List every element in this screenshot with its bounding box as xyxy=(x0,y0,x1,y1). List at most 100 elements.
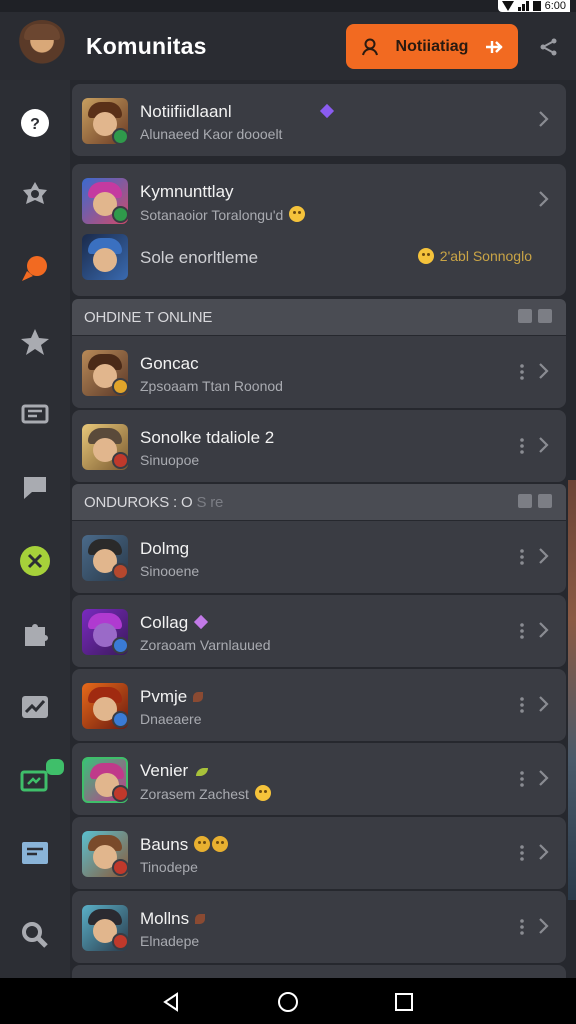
list-item[interactable]: Mollns Elnadepe xyxy=(72,891,566,963)
profile-avatar[interactable] xyxy=(16,20,68,72)
sidebar-item-help[interactable]: ? xyxy=(16,104,54,142)
list-item-partial[interactable] xyxy=(72,965,566,978)
avatar xyxy=(82,234,128,280)
chevron-right-icon[interactable] xyxy=(538,362,550,380)
item-subtitle: Sotanaoior Toralongu'd xyxy=(140,206,306,223)
recents-icon[interactable] xyxy=(393,991,415,1013)
more-vert-icon[interactable] xyxy=(520,919,524,935)
more-vert-icon[interactable] xyxy=(520,845,524,861)
list-item[interactable]: Sole enorltleme 2'abl Sonnoglo xyxy=(72,228,566,292)
user-icon xyxy=(362,38,378,55)
trash-icon[interactable] xyxy=(538,309,552,323)
status-badge xyxy=(112,785,129,802)
community-list: Notiifiidlaanl Alunaeed Kaor doooelt Kym… xyxy=(70,80,576,978)
chat-bubble-icon xyxy=(22,256,47,281)
sidebar-item-games[interactable] xyxy=(16,759,64,799)
refresh-icon[interactable] xyxy=(518,494,532,508)
sidebar-item-close[interactable] xyxy=(16,542,54,580)
signal-icon xyxy=(517,1,529,11)
star-icon xyxy=(21,329,49,355)
item-time: 2'abl Sonnoglo xyxy=(417,248,532,264)
item-subtitle: Zoraoam Varnlauued xyxy=(140,637,271,653)
item-name: Notiifiidlaanl xyxy=(140,102,334,122)
refresh-icon[interactable] xyxy=(518,309,532,323)
home-icon[interactable] xyxy=(277,991,299,1013)
more-vert-icon[interactable] xyxy=(520,364,524,380)
item-name: Bauns xyxy=(140,835,229,855)
search-icon xyxy=(22,922,48,948)
sidebar-item-trends[interactable] xyxy=(16,688,54,726)
gem-icon xyxy=(319,103,334,119)
item-name: Sole enorltleme xyxy=(140,248,259,267)
star-eyes-emoji-icon xyxy=(212,836,229,852)
notification-button-label: Notiiatiag xyxy=(395,37,469,55)
item-subtitle: Elnadepe xyxy=(140,933,200,949)
puzzle-icon xyxy=(25,624,48,646)
chevron-right-icon[interactable] xyxy=(538,110,550,128)
notes-icon xyxy=(22,842,48,864)
list-item-group: Kymnunttlay Sotanaoior Toralongu'd Sole … xyxy=(72,164,566,296)
list-item[interactable]: Notiifiidlaanl Alunaeed Kaor doooelt xyxy=(72,84,566,156)
list-item[interactable]: Sonolke tdaliole 2 Sinuopoe xyxy=(72,410,566,482)
share-icon[interactable] xyxy=(538,36,560,58)
more-vert-icon[interactable] xyxy=(520,623,524,639)
list-item[interactable]: Goncac Zpsoaam Ttan Roonod xyxy=(72,336,566,408)
sidebar-item-favorites[interactable] xyxy=(16,323,54,361)
more-vert-icon[interactable] xyxy=(520,771,524,787)
trash-icon[interactable] xyxy=(538,494,552,508)
sidebar-item-chat[interactable] xyxy=(16,250,54,288)
chevron-right-icon[interactable] xyxy=(538,695,550,713)
list-item[interactable]: Kymnunttlay Sotanaoior Toralongu'd xyxy=(72,164,566,236)
comment-icon xyxy=(24,477,46,499)
item-name: Kymnunttlay xyxy=(140,182,234,201)
chevron-right-icon[interactable] xyxy=(538,436,550,454)
notification-button[interactable]: Notiiatiag xyxy=(346,24,518,69)
more-vert-icon[interactable] xyxy=(520,549,524,565)
sidebar-item-comments[interactable] xyxy=(16,469,54,507)
chevron-right-icon[interactable] xyxy=(538,547,550,565)
status-badge xyxy=(112,128,129,145)
message-list-icon xyxy=(21,404,49,424)
status-badge xyxy=(112,452,129,469)
more-vert-icon[interactable] xyxy=(520,438,524,454)
notification-dot-badge xyxy=(46,759,64,775)
sidebar-item-badges[interactable] xyxy=(16,177,54,215)
chevron-right-icon[interactable] xyxy=(538,843,550,861)
gem-icon xyxy=(194,614,209,630)
swap-icon xyxy=(485,40,503,53)
leaf-icon xyxy=(193,692,204,702)
chevron-right-icon[interactable] xyxy=(538,190,550,208)
chevron-right-icon[interactable] xyxy=(538,769,550,787)
item-name: Goncac xyxy=(140,354,199,373)
more-vert-icon[interactable] xyxy=(520,697,524,713)
list-item[interactable]: Dolmg Sinooene xyxy=(72,521,566,593)
item-subtitle: Dnaeaere xyxy=(140,711,202,727)
wifi-icon xyxy=(501,1,514,11)
sidebar-item-puzzle[interactable] xyxy=(16,615,54,653)
item-subtitle: Sinuopoe xyxy=(140,452,200,468)
smile-emoji-icon xyxy=(289,206,306,222)
list-item[interactable]: Bauns Tinodepe xyxy=(72,817,566,889)
sidebar-item-messages[interactable] xyxy=(16,396,54,434)
list-item[interactable]: Collag Zoraoam Varnlauued xyxy=(72,595,566,667)
status-icons: 6:00 xyxy=(497,0,570,12)
app-header: Komunitas Notiiatiag xyxy=(0,12,576,80)
badge-star-icon xyxy=(23,182,47,204)
item-subtitle: Alunaeed Kaor doooelt xyxy=(140,126,283,142)
chevron-right-icon[interactable] xyxy=(538,917,550,935)
sidebar-item-notes[interactable] xyxy=(16,834,54,872)
smile-emoji-icon xyxy=(254,785,271,801)
list-item[interactable]: Pvmje Dnaeaere xyxy=(72,669,566,741)
close-circle-icon xyxy=(20,546,50,576)
item-name: Venier xyxy=(140,761,209,781)
sidebar-item-search[interactable] xyxy=(16,916,54,954)
status-badge xyxy=(112,563,129,580)
check-leaf-icon xyxy=(196,768,209,776)
section-title-tail: S re xyxy=(196,493,224,511)
list-item[interactable]: Venier Zorasem Zachest xyxy=(72,743,566,815)
status-badge xyxy=(112,711,129,728)
system-nav-bar xyxy=(0,978,576,1024)
chevron-right-icon[interactable] xyxy=(538,621,550,639)
section-header-others: ONDUROKS : O S re xyxy=(72,484,566,520)
back-icon[interactable] xyxy=(160,991,182,1013)
